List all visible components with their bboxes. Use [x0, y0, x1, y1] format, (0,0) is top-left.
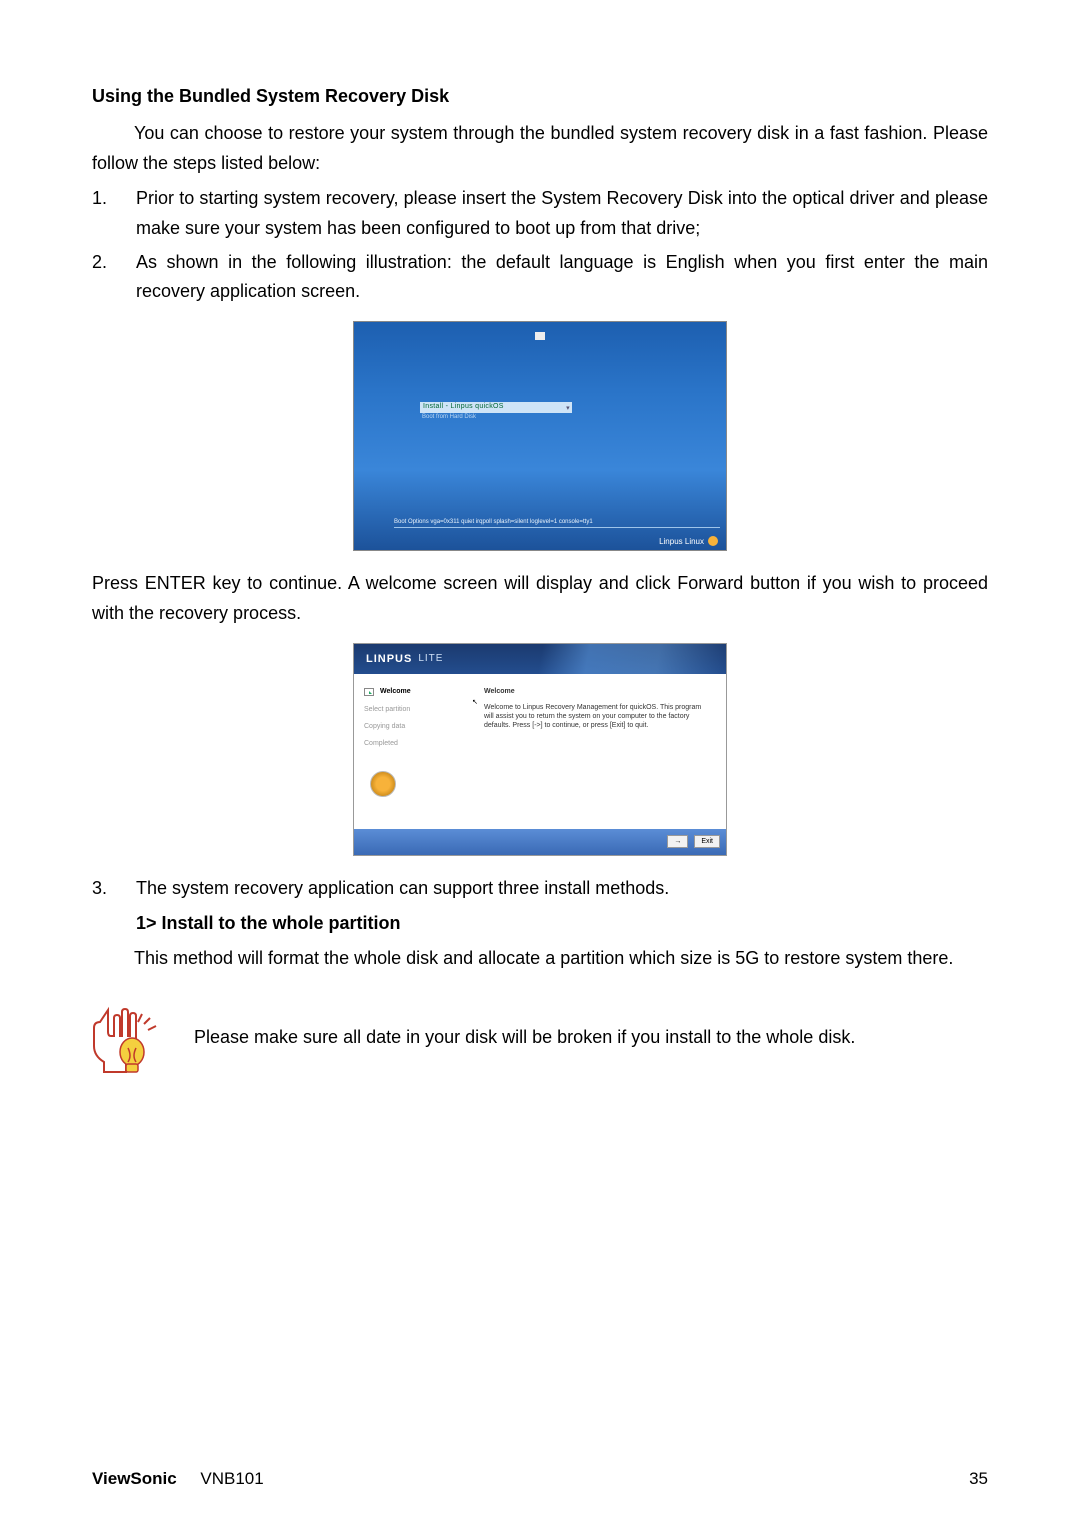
boot-menu-selected-label: Install - Linpus quickOS — [423, 403, 504, 410]
dropdown-icon: ▾ — [566, 404, 570, 412]
sidebar-step-welcome: Welcome — [364, 688, 466, 696]
footer-left: ViewSonic VNB101 — [92, 1469, 264, 1489]
exit-button-label: Exit — [701, 838, 713, 845]
figure-2-wrap: LINPUS LITE Welcome Select partition — [92, 643, 988, 856]
steps-list-continued: 3. The system recovery application can s… — [92, 874, 988, 904]
method-1-paragraph: This method will format the whole disk a… — [92, 944, 988, 974]
step-number: 2. — [92, 248, 136, 307]
steps-list: 1. Prior to starting system recovery, pl… — [92, 184, 988, 307]
sidebar-step-label: Completed — [364, 740, 398, 747]
step-item: 1. Prior to starting system recovery, pl… — [92, 184, 988, 243]
step-item: 3. The system recovery application can s… — [92, 874, 988, 904]
forward-arrow-icon: → — [674, 838, 681, 845]
sidebar-step-completed: Completed — [364, 740, 466, 747]
dialog-content-title: Welcome — [484, 688, 712, 695]
welcome-dialog-figure: LINPUS LITE Welcome Select partition — [353, 643, 727, 856]
step-text: The system recovery application can supp… — [136, 874, 988, 904]
footer-model: VNB101 — [200, 1469, 263, 1488]
step-text: As shown in the following illustration: … — [136, 248, 988, 307]
dialog-header: LINPUS LITE — [354, 644, 726, 674]
sidebar-step-copying-data: Copying data — [364, 723, 466, 730]
dialog-main: Welcome Select partition Copying data Co… — [354, 674, 726, 829]
sidebar-step-label: Select partition — [364, 706, 410, 713]
boot-screen-figure: Install - Linpus quickOS ▾ Boot from Har… — [353, 321, 727, 551]
tip-row: Please make sure all date in your disk w… — [92, 1004, 988, 1090]
sidebar-step-select-partition: Select partition — [364, 706, 466, 713]
linpus-brand-label: Linpus Linux — [659, 537, 704, 546]
cursor-arrow-icon: ↖ — [472, 698, 478, 706]
step-number: 3. — [92, 874, 136, 904]
page-footer: ViewSonic VNB101 35 — [92, 1439, 988, 1489]
dialog-footer: → Exit — [354, 829, 726, 855]
dialog-sidebar: Welcome Select partition Copying data Co… — [354, 674, 474, 829]
intro-paragraph: You can choose to restore your system th… — [92, 119, 988, 178]
dialog-content-message: Welcome to Linpus Recovery Management fo… — [484, 703, 712, 731]
boot-menu-sub: Boot from Hard Disk — [422, 414, 476, 420]
after-figure-1-paragraph: Press ENTER key to continue. A welcome s… — [92, 569, 988, 628]
step-item: 2. As shown in the following illustratio… — [92, 248, 988, 307]
step-text: Prior to starting system recovery, pleas… — [136, 184, 988, 243]
linpus-brand: Linpus Linux — [659, 536, 718, 546]
footer-brand: ViewSonic — [92, 1469, 177, 1488]
dialog-content: Welcome ↖ Welcome to Linpus Recovery Man… — [474, 674, 726, 829]
boot-menu-selected: Install - Linpus quickOS ▾ — [420, 402, 572, 413]
figure-1-wrap: Install - Linpus quickOS ▾ Boot from Har… — [92, 321, 988, 551]
linpus-lite-text: LITE — [418, 653, 443, 664]
section-heading: Using the Bundled System Recovery Disk — [92, 86, 988, 107]
forward-button[interactable]: → — [667, 835, 688, 848]
step-number: 1. — [92, 184, 136, 243]
step-icon — [364, 688, 374, 696]
linpus-logo-text: LINPUS — [366, 653, 412, 665]
linpus-seal-icon — [370, 771, 396, 797]
sidebar-step-label: Welcome — [380, 688, 411, 695]
sidebar-step-label: Copying data — [364, 723, 405, 730]
boot-options-line: Boot Options vga=0x311 quiet irqpoll spl… — [394, 519, 720, 528]
cursor-icon — [535, 332, 545, 340]
tip-text: Please make sure all date in your disk w… — [194, 1004, 988, 1053]
footer-page-number: 35 — [969, 1469, 988, 1489]
header-swoosh-decoration — [496, 644, 726, 674]
method-1-heading: 1> Install to the whole partition — [136, 913, 988, 934]
exit-button[interactable]: Exit — [694, 835, 720, 848]
linpus-badge-icon — [708, 536, 718, 546]
lightbulb-hand-icon — [92, 1004, 172, 1090]
